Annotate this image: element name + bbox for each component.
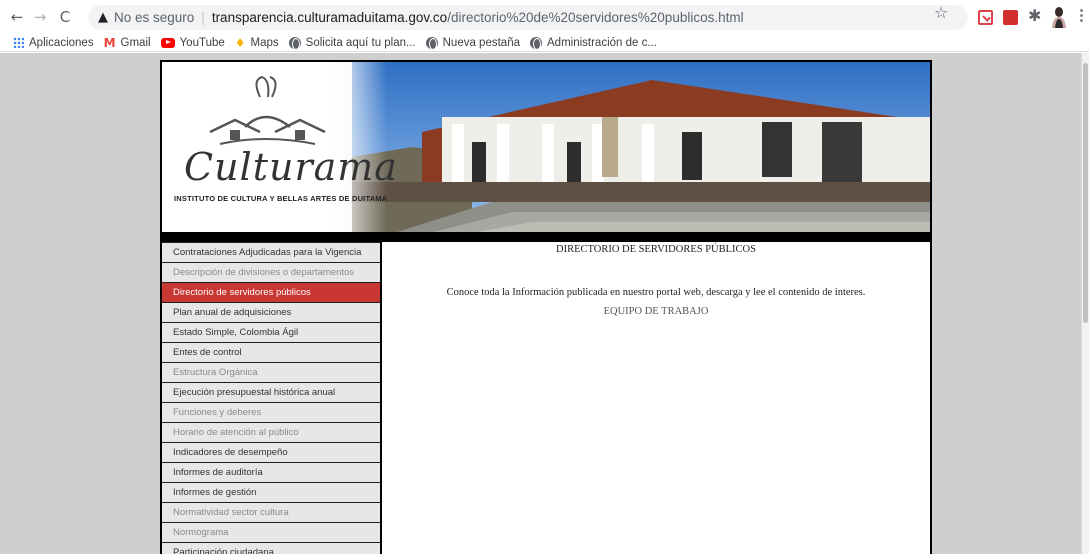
forward-arrow-icon[interactable]: → bbox=[30, 7, 50, 27]
youtube-icon bbox=[160, 37, 175, 48]
address-bar[interactable]: ▲ No es seguro | transparencia.culturama… bbox=[88, 5, 968, 30]
bookmark-label: Solicita aquí tu plan... bbox=[305, 36, 416, 49]
menu-item-entes-control[interactable]: Entes de control bbox=[162, 342, 380, 362]
bookmark-star-icon[interactable]: ☆ bbox=[934, 3, 948, 22]
bookmarks-bar: Aplicaciones M Gmail YouTube ♦ Maps Solici… bbox=[0, 34, 1089, 52]
menu-item-normatividad[interactable]: Normatividad sector cultura bbox=[162, 502, 380, 522]
profile-avatar-icon[interactable] bbox=[1049, 6, 1069, 28]
url-host[interactable]: transparencia.culturamaduitama.gov.co bbox=[212, 10, 447, 25]
menu-item-horario-atencion[interactable]: Horario de atención al público bbox=[162, 422, 380, 442]
sidebar-menu: Contrataciones Adjudicadas para la Vigen… bbox=[162, 242, 380, 554]
url-path[interactable]: /directorio%20de%20servidores%20publicos… bbox=[447, 10, 743, 25]
gmail-icon: M bbox=[103, 35, 116, 50]
bookmark-administracion[interactable]: Administración de c... bbox=[530, 36, 657, 50]
bookmark-label: Gmail bbox=[120, 36, 151, 49]
bookmark-gmail[interactable]: M Gmail bbox=[104, 36, 151, 50]
bookmark-label: Administración de c... bbox=[547, 36, 657, 49]
browser-toolbar: ← → C ▲ No es seguro | transparencia.cul… bbox=[0, 0, 1089, 34]
extensions-puzzle-icon[interactable]: ✱ bbox=[1028, 6, 1044, 25]
address-separator: | bbox=[201, 10, 205, 25]
back-arrow-icon[interactable]: ← bbox=[7, 7, 27, 27]
intro-text: Conoce toda la Información publicada en … bbox=[446, 287, 866, 298]
browser-menu-icon[interactable]: ⋮ bbox=[1074, 6, 1089, 24]
scrollbar-thumb[interactable] bbox=[1083, 63, 1088, 323]
security-label[interactable]: No es seguro bbox=[114, 10, 194, 25]
menu-item-ejecucion-presupuestal[interactable]: Ejecución presupuestal histórica anual bbox=[162, 382, 380, 402]
menu-item-descripcion-divisiones[interactable]: Descripción de divisiones o departamento… bbox=[162, 262, 380, 282]
institute-name: INSTITUTO DE CULTURA Y BELLAS ARTES DE D… bbox=[174, 194, 388, 203]
globe-icon bbox=[425, 36, 438, 50]
menu-item-funciones-deberes[interactable]: Funciones y deberes bbox=[162, 402, 380, 422]
bookmark-label: Nueva pestaña bbox=[442, 36, 520, 49]
bookmark-youtube[interactable]: YouTube bbox=[160, 36, 225, 49]
team-link[interactable]: EQUIPO DE TRABAJO bbox=[382, 306, 930, 317]
logo-text: Culturama bbox=[184, 145, 398, 189]
bookmark-maps[interactable]: ♦ Maps bbox=[235, 36, 279, 50]
menu-item-directorio-servidores[interactable]: Directorio de servidores públicos bbox=[162, 282, 380, 302]
building-photo bbox=[352, 62, 930, 240]
warning-icon[interactable]: ▲ bbox=[98, 10, 108, 25]
menu-item-normograma[interactable]: Normograma bbox=[162, 522, 380, 542]
page-scrollbar[interactable] bbox=[1081, 53, 1089, 554]
apps-grid-icon bbox=[13, 37, 24, 48]
bookmark-apps[interactable]: Aplicaciones bbox=[13, 37, 94, 49]
menu-item-informes-auditoria[interactable]: Informes de auditoría bbox=[162, 462, 380, 482]
page-title: DIRECTORIO DE SERVIDORES PÚBLICOS bbox=[556, 244, 756, 255]
maps-pin-icon: ♦ bbox=[234, 35, 246, 50]
banner-divider bbox=[162, 232, 930, 242]
menu-item-contrataciones[interactable]: Contrataciones Adjudicadas para la Vigen… bbox=[162, 242, 380, 262]
bookmark-nueva-pestana[interactable]: Nueva pestaña bbox=[425, 36, 520, 50]
site-container: Culturama INSTITUTO DE CULTURA Y BELLAS … bbox=[160, 60, 932, 554]
menu-item-indicadores-desempeno[interactable]: Indicadores de desempeño bbox=[162, 442, 380, 462]
header-banner: Culturama INSTITUTO DE CULTURA Y BELLAS … bbox=[162, 62, 930, 240]
pdf-extension-icon[interactable] bbox=[1003, 10, 1018, 25]
page-viewport: Culturama INSTITUTO DE CULTURA Y BELLAS … bbox=[0, 53, 1089, 554]
bookmark-label: Aplicaciones bbox=[29, 36, 94, 49]
menu-item-informes-gestion[interactable]: Informes de gestión bbox=[162, 482, 380, 502]
menu-item-estructura-organica[interactable]: Estructura Orgánica bbox=[162, 362, 380, 382]
bookmark-solicita[interactable]: Solicita aquí tu plan... bbox=[288, 36, 416, 50]
main-content: DIRECTORIO DE SERVIDORES PÚBLICOS Conoce… bbox=[382, 242, 930, 554]
menu-item-participacion-ciudadana[interactable]: Participación ciudadana bbox=[162, 542, 380, 554]
bookmark-label: Maps bbox=[250, 36, 279, 49]
globe-icon bbox=[530, 36, 542, 50]
menu-item-plan-anual[interactable]: Plan anual de adquisiciones bbox=[162, 302, 380, 322]
reload-icon[interactable]: C bbox=[55, 7, 75, 27]
globe-icon bbox=[288, 36, 301, 50]
bookmark-label: YouTube bbox=[179, 36, 225, 49]
culturama-emblem-icon bbox=[209, 75, 326, 145]
pocket-extension-icon[interactable] bbox=[978, 10, 993, 25]
menu-item-estado-simple[interactable]: Estado Simple, Colombia Ágil bbox=[162, 322, 380, 342]
